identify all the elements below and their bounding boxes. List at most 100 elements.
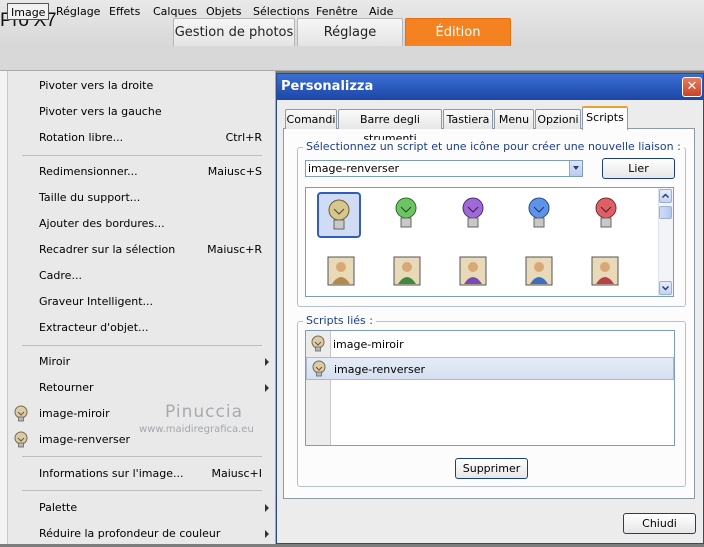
submenu-arrow-icon (265, 530, 269, 538)
menu-adjust[interactable]: Réglage (52, 3, 104, 20)
person-icon (525, 256, 553, 286)
menu-left-strip (0, 71, 8, 544)
menu-item-label: Retourner (39, 381, 94, 394)
tab-keyboard[interactable]: Tastiera (443, 109, 493, 129)
menu-item-flip[interactable]: Retourner (8, 375, 274, 401)
submenu-arrow-icon (265, 358, 269, 366)
submenu-arrow-icon (265, 384, 269, 392)
menu-item-resize[interactable]: Redimensionner... Maiusc+S (8, 159, 274, 185)
bulb-icon-cell[interactable] (453, 192, 497, 238)
person-icon (591, 256, 619, 286)
bulb-icon-cell[interactable] (586, 192, 630, 238)
watermark-name: Pinuccia (165, 402, 243, 422)
menu-window[interactable]: Fenêtre (312, 3, 362, 20)
menu-item-shortcut: Maiusc+S (207, 165, 262, 178)
menu-separator (22, 345, 262, 346)
menu-item-object-extractor[interactable]: Extracteur d'objet... (8, 315, 274, 341)
menu-item-canvas-size[interactable]: Taille du support... (8, 185, 274, 211)
tab-scripts[interactable]: Scripts (582, 106, 628, 130)
bulb-icon-cell[interactable] (386, 192, 430, 238)
person-icon (327, 256, 355, 286)
chevron-up-icon[interactable] (659, 189, 672, 203)
script-bulb-icon (14, 405, 28, 422)
chevron-down-icon[interactable] (659, 281, 672, 295)
menu-separator (22, 490, 262, 491)
tab-toolbars[interactable]: Barre degli strumenti (338, 109, 442, 145)
linked-script-row[interactable]: image-miroir (306, 333, 674, 356)
tab-commands[interactable]: Comandi (285, 109, 337, 129)
tab-options[interactable]: Opzioni (535, 109, 581, 129)
menu-item-label: Graveur Intelligent... (39, 295, 154, 308)
menu-objects[interactable]: Objets (202, 3, 246, 20)
person-icon-cell[interactable] (327, 256, 355, 286)
menu-item-palette[interactable]: Palette (8, 495, 274, 521)
bulb-icon (462, 197, 484, 228)
menu-effects[interactable]: Effets (105, 3, 144, 20)
dialog-title: Personalizza (281, 79, 374, 94)
menu-item-label: image-renverser (39, 433, 131, 446)
menu-item-label: Informations sur l'image... (39, 467, 184, 480)
menu-item-shortcut: Maiusc+R (207, 243, 262, 256)
menu-layers[interactable]: Calques (149, 3, 201, 20)
bulb-icon (595, 197, 617, 228)
person-icon-cell[interactable] (459, 256, 487, 286)
menu-item-rotate-right[interactable]: Pivoter vers la droite (8, 73, 274, 99)
menu-item-label: Pivoter vers la droite (39, 79, 154, 92)
menu-item-label: Ajouter des bordures... (39, 217, 165, 230)
menu-item-label: Palette (39, 501, 78, 514)
bulb-icon (528, 197, 550, 228)
tab-edit[interactable]: Édition (405, 18, 511, 46)
menu-item-image-info[interactable]: Informations sur l'image... Maiusc+I (8, 461, 274, 487)
close-button[interactable]: Chiudi (623, 513, 696, 534)
linked-script-row-selected[interactable]: image-renverser (306, 357, 674, 380)
menu-item-free-rotate[interactable]: Rotation libre... Ctrl+R (8, 125, 274, 151)
menu-item-crop-to-selection[interactable]: Recadrer sur la sélection Maiusc+R (8, 237, 274, 263)
menu-item-label: image-miroir (39, 407, 110, 420)
menu-item-rotate-left[interactable]: Pivoter vers la gauche (8, 99, 274, 125)
person-icon (459, 256, 487, 286)
delete-button[interactable]: Supprimer (455, 458, 528, 479)
script-bulb-icon (311, 335, 325, 352)
scrollbar-thumb[interactable] (659, 206, 672, 219)
person-icon-cell[interactable] (525, 256, 553, 286)
menu-separator (22, 155, 262, 156)
menu-item-add-borders[interactable]: Ajouter des bordures... (8, 211, 274, 237)
bulb-icon-cell[interactable] (519, 192, 563, 238)
menu-item-label: Réduire la profondeur de couleur (39, 527, 221, 540)
close-icon[interactable]: ✕ (682, 77, 702, 97)
script-select[interactable]: image-renverser (305, 160, 583, 177)
menu-item-shortcut: Ctrl+R (225, 131, 262, 144)
script-bulb-icon (312, 360, 326, 377)
menu-item-decrease-color-depth[interactable]: Réduire la profondeur de couleur (8, 521, 274, 547)
new-binding-caption: Sélectionnez un script et une icône pour… (303, 140, 684, 153)
menu-bar (0, 48, 704, 71)
linked-script-label: image-renverser (334, 363, 426, 376)
person-icon-cell[interactable] (591, 256, 619, 286)
tab-adjust[interactable]: Réglage (297, 18, 403, 46)
menu-image[interactable]: Image (7, 3, 50, 20)
link-button[interactable]: Lier (602, 158, 675, 179)
menu-separator (22, 456, 262, 457)
tab-menu[interactable]: Menu (494, 109, 534, 129)
bulb-icon-cell[interactable] (317, 192, 361, 238)
menu-help[interactable]: Aide (365, 3, 397, 20)
menu-item-label: Extracteur d'objet... (39, 321, 149, 334)
menu-item-label: Redimensionner... (39, 165, 138, 178)
menu-item-label: Cadre... (39, 269, 82, 282)
tab-photo-management[interactable]: Gestion de photos (173, 18, 295, 46)
bulb-icon (395, 197, 417, 228)
watermark-url: www.maidiregrafica.eu (139, 424, 254, 435)
bulb-icon (328, 199, 350, 230)
person-icon-cell[interactable] (393, 256, 421, 286)
icon-grid-scrollbar[interactable] (658, 188, 673, 296)
menu-item-frame[interactable]: Cadre... (8, 263, 274, 289)
menu-item-label: Miroir (39, 355, 71, 368)
menu-item-shortcut: Maiusc+I (211, 467, 263, 480)
menu-item-smart-carver[interactable]: Graveur Intelligent... (8, 289, 274, 315)
menu-item-label: Rotation libre... (39, 131, 124, 144)
chevron-down-icon[interactable] (569, 161, 582, 176)
menu-item-mirror[interactable]: Miroir (8, 349, 274, 375)
menu-item-label: Recadrer sur la sélection (39, 243, 176, 256)
person-icon (393, 256, 421, 286)
menu-selections[interactable]: Sélections (249, 3, 313, 20)
